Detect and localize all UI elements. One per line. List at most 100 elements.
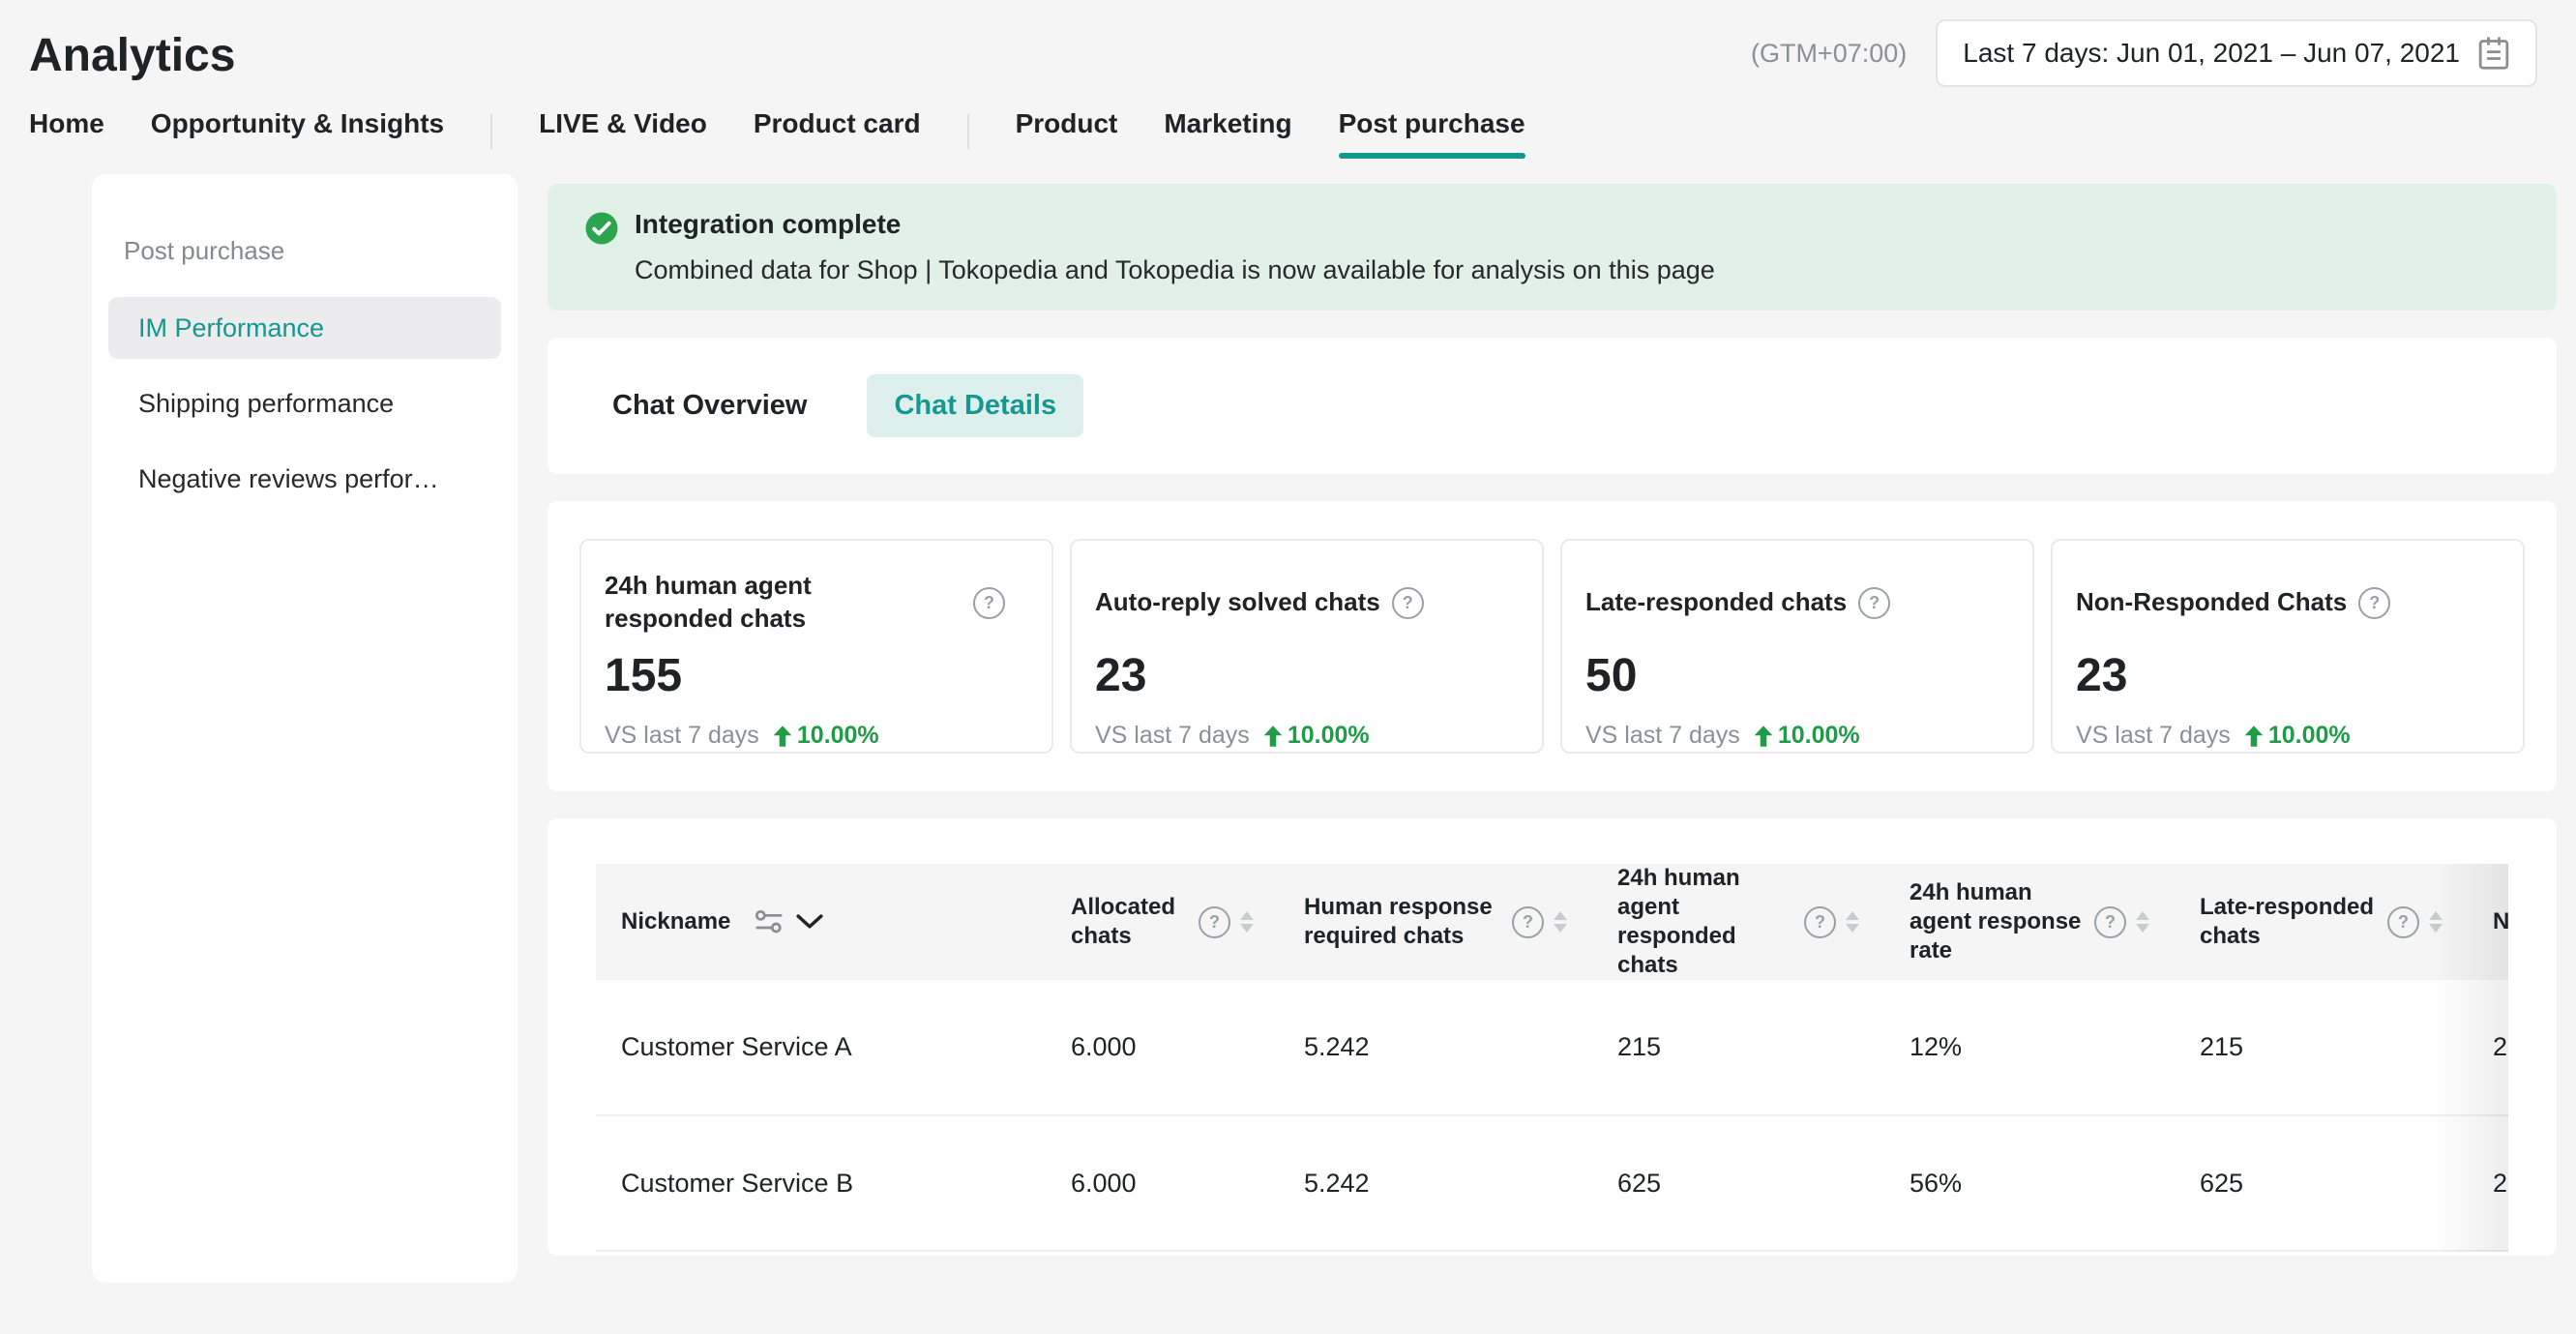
nav-tab[interactable]: Home (29, 108, 104, 159)
table-column-header[interactable]: 24h human agent responded chats ? (1592, 864, 1884, 980)
nav-tab[interactable]: Marketing (1164, 108, 1291, 159)
sidebar-item[interactable]: IM Performance (108, 297, 501, 359)
stat-compare-label: VS last 7 days (1095, 722, 1250, 750)
table-cell: 5.242 (1279, 1115, 1592, 1251)
chat-tab[interactable]: Chat Overview (612, 390, 807, 422)
stat-head: Auto-reply solved chats ? (1095, 568, 1519, 637)
topbar-right: (GTM+07:00) Last 7 days: Jun 01, 2021 – … (1751, 19, 2537, 87)
banner-title: Integration complete (635, 209, 1715, 240)
help-icon[interactable]: ? (1199, 906, 1230, 938)
nav-tab-label: Product card (754, 108, 921, 138)
main-nav: Home Opportunity & Insights LIVE & Video… (0, 108, 2576, 159)
date-range-picker[interactable]: Last 7 days: Jun 01, 2021 – Jun 07, 2021 (1936, 19, 2537, 87)
sidebar: Post purchase IM Performance Shipping pe… (92, 174, 518, 1283)
table-column-header[interactable]: Late-responded chats ? (2175, 864, 2468, 980)
column-label: 24h human agent response rate (1910, 878, 2083, 965)
integration-banner: Integration complete Combined data for S… (548, 184, 2557, 311)
nav-tab-label: Post purchase (1339, 108, 1525, 138)
chat-tab[interactable]: Chat Details (867, 374, 1083, 437)
help-icon[interactable]: ? (1512, 906, 1544, 938)
sort-icon[interactable] (2429, 911, 2443, 933)
nav-tab[interactable]: Product card (754, 108, 921, 159)
top-bar: Analytics (GTM+07:00) Last 7 days: Jun 0… (0, 0, 2576, 87)
active-tab-underline (1339, 153, 1525, 159)
chevron-down-icon[interactable] (796, 913, 823, 931)
stat-compare: VS last 7 days 10.00% (1095, 722, 1519, 750)
sort-icon[interactable] (2136, 911, 2149, 933)
nav-tab-label: Product (1016, 108, 1118, 138)
sort-icon[interactable] (1846, 911, 1859, 933)
stat-head: 24h human agent responded chats ? (605, 568, 1028, 637)
table-cell: 2 (2468, 1115, 2508, 1251)
column-header-icons: ? (1512, 906, 1567, 938)
stat-change-value: 10.00% (2268, 722, 2351, 750)
trend-up-icon (773, 726, 792, 747)
stat-compare: VS last 7 days 10.00% (2076, 722, 2500, 750)
help-icon[interactable]: ? (1858, 587, 1890, 619)
stat-title: Auto-reply solved chats (1095, 586, 1380, 619)
table-cell: 625 (1592, 1115, 1884, 1251)
stat-compare-label: VS last 7 days (605, 722, 759, 750)
sort-icon[interactable] (1554, 911, 1567, 933)
trend-up-icon (2244, 726, 2264, 747)
stat-change-value: 10.00% (797, 722, 879, 750)
sidebar-item-label: Shipping performance (138, 389, 394, 419)
chat-tab-label: Chat Details (894, 390, 1056, 421)
stat-value: 23 (1095, 649, 1519, 702)
page-title: Analytics (29, 29, 235, 82)
help-icon[interactable]: ? (1392, 587, 1424, 619)
banner-text: Integration complete Combined data for S… (635, 209, 1715, 285)
check-circle-icon (584, 211, 619, 285)
filter-sliders-icon[interactable] (754, 909, 785, 934)
sort-icon[interactable] (1240, 911, 1254, 933)
help-icon[interactable]: ? (2387, 906, 2419, 938)
stat-head: Non-Responded Chats ? (2076, 568, 2500, 637)
sidebar-item-label: Negative reviews perfor… (138, 464, 439, 494)
column-label: Late-responded chats (2200, 893, 2376, 951)
stat-card: 24h human agent responded chats ? 155 VS… (579, 539, 1053, 754)
chat-tab-label: Chat Overview (612, 390, 807, 421)
stat-value: 50 (1585, 649, 2009, 702)
nav-tab[interactable]: Product (1016, 108, 1118, 159)
table-column-header[interactable]: 24h human agent response rate ? (1884, 864, 2175, 980)
table-column-header[interactable]: N cl (2468, 864, 2508, 980)
column-label: Allocated chats (1071, 893, 1187, 951)
sidebar-item[interactable]: Shipping performance (108, 372, 501, 434)
table-cell: 5.242 (1279, 980, 1592, 1115)
stat-compare-label: VS last 7 days (2076, 722, 2231, 750)
stat-value: 23 (2076, 649, 2500, 702)
table-cell: 2 (2468, 980, 2508, 1115)
banner-message: Combined data for Shop | Tokopedia and T… (635, 255, 1715, 285)
nickname-header-icons (754, 909, 823, 934)
help-icon[interactable]: ? (2358, 587, 2390, 619)
main-content: Integration complete Combined data for S… (548, 184, 2576, 1283)
table-cell: 6.000 (1046, 980, 1279, 1115)
stat-trend: 10.00% (2244, 722, 2351, 750)
stat-title: Non-Responded Chats (2076, 586, 2347, 619)
table-scroll-area[interactable]: Nickname Allocated chats ? (596, 864, 2508, 1252)
help-icon[interactable]: ? (2094, 906, 2126, 938)
stat-value: 155 (605, 649, 1028, 702)
column-header-icons: ? (2387, 906, 2443, 938)
table-cell: Customer Service A (596, 980, 1046, 1115)
nav-divider (490, 114, 492, 149)
stat-trend: 10.00% (1754, 722, 1860, 750)
nav-tab[interactable]: LIVE & Video (539, 108, 707, 159)
nav-tab[interactable]: Opportunity & Insights (151, 108, 444, 159)
stat-trend: 10.00% (773, 722, 879, 750)
table-column-header[interactable]: Nickname (596, 864, 1046, 980)
nav-tab[interactable]: Post purchase (1339, 108, 1525, 159)
stat-compare: VS last 7 days 10.00% (605, 722, 1028, 750)
sidebar-item[interactable]: Negative reviews perfor… (108, 448, 501, 510)
help-icon[interactable]: ? (973, 587, 1005, 619)
stat-change-value: 10.00% (1778, 722, 1860, 750)
stats-card: 24h human agent responded chats ? 155 VS… (548, 501, 2557, 791)
sidebar-items: IM Performance Shipping performance Nega… (92, 297, 518, 510)
table-column-header[interactable]: Human response required chats ? (1279, 864, 1592, 980)
table-body: Customer Service A6.0005.24221512%2152Cu… (596, 980, 2508, 1251)
table-column-header[interactable]: Allocated chats ? (1046, 864, 1279, 980)
help-icon[interactable]: ? (1804, 906, 1836, 938)
stat-card: Auto-reply solved chats ? 23 VS last 7 d… (1070, 539, 1544, 754)
agents-table: Nickname Allocated chats ? (596, 864, 2508, 1252)
column-header-icons: ? (2094, 906, 2149, 938)
